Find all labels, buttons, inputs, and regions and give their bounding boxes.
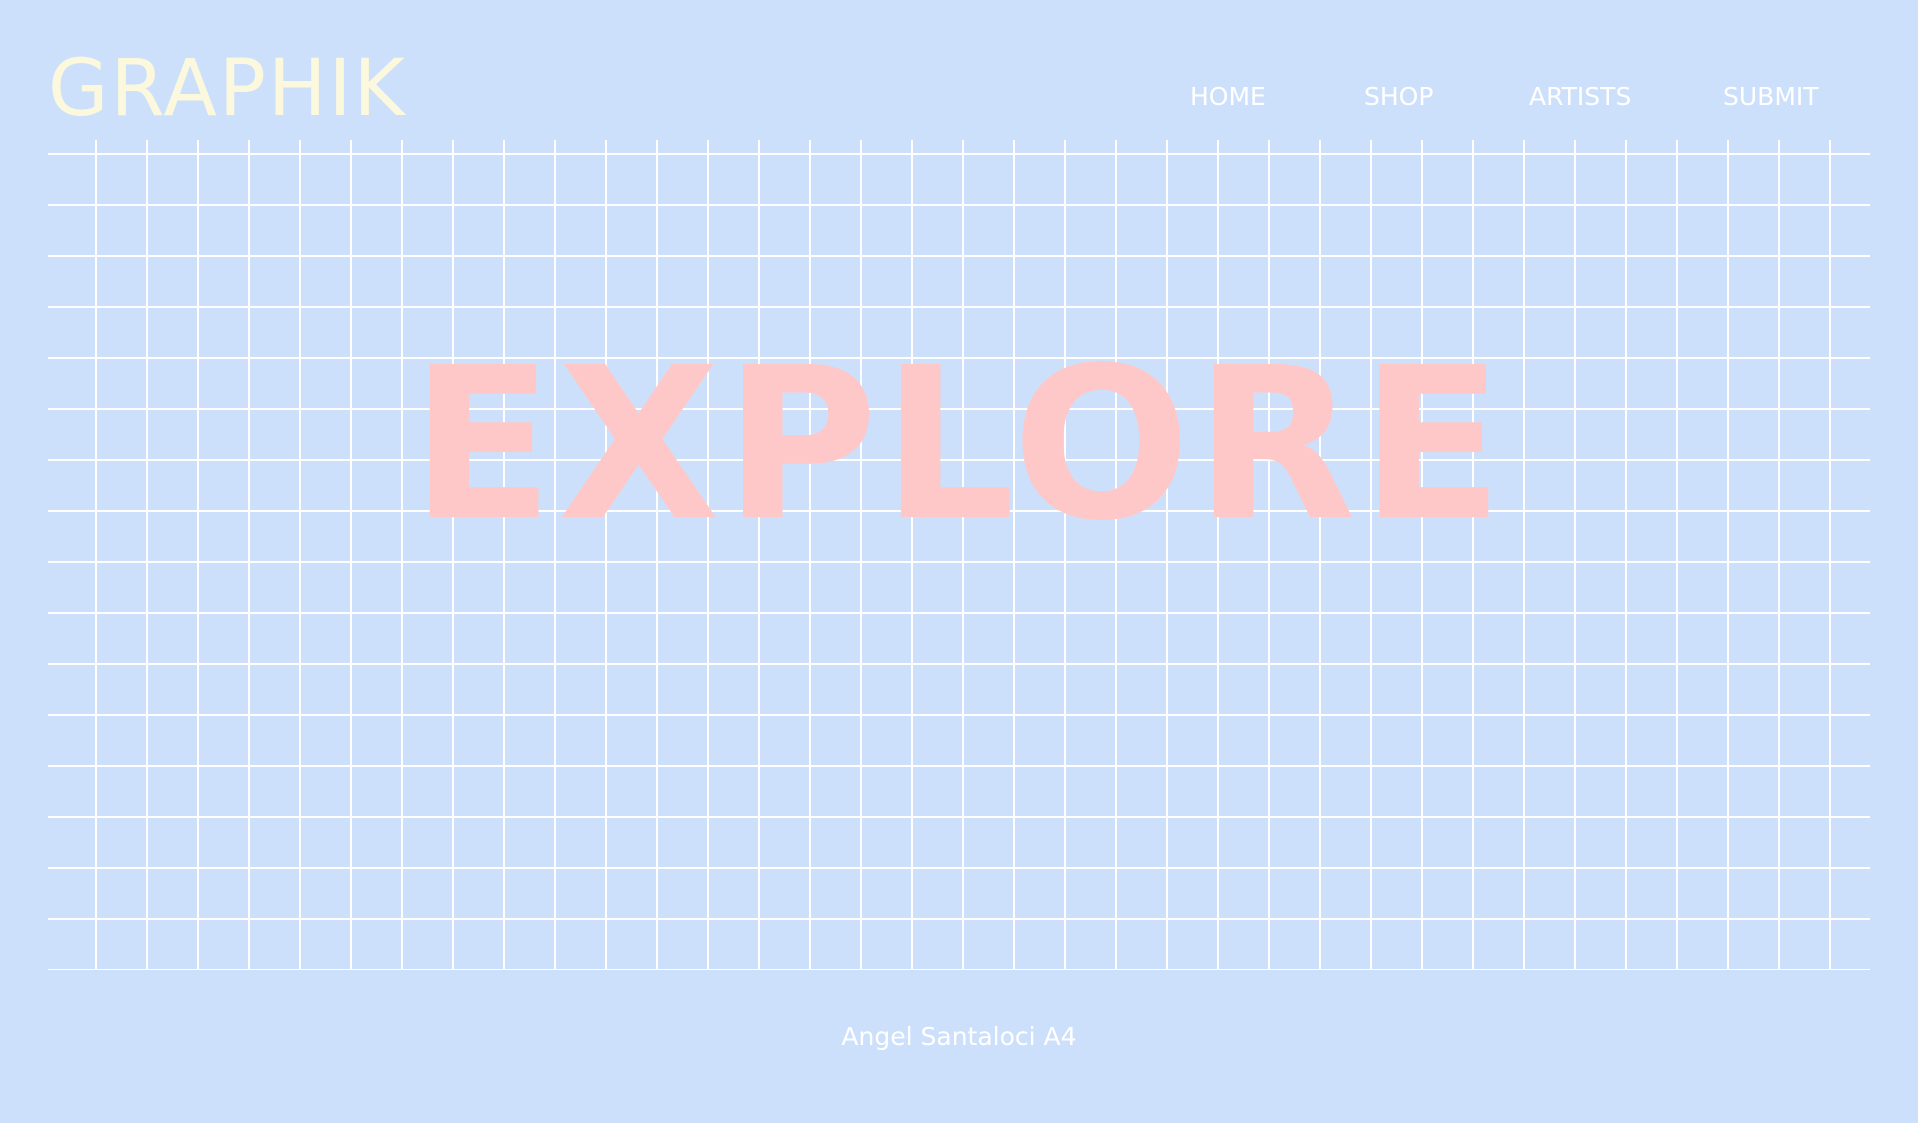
main-nav: HOME SHOP ARTISTS SUBMIT	[0, 82, 1918, 112]
nav-shop[interactable]: SHOP	[1364, 82, 1433, 112]
footer-credit: Angel Santaloci A4	[841, 1022, 1077, 1051]
nav-submit[interactable]: SUBMIT	[1723, 82, 1819, 112]
nav-home[interactable]: HOME	[1190, 82, 1266, 112]
nav-artists[interactable]: ARTISTS	[1529, 82, 1631, 112]
hero-title: EXPLORE	[410, 322, 1508, 567]
